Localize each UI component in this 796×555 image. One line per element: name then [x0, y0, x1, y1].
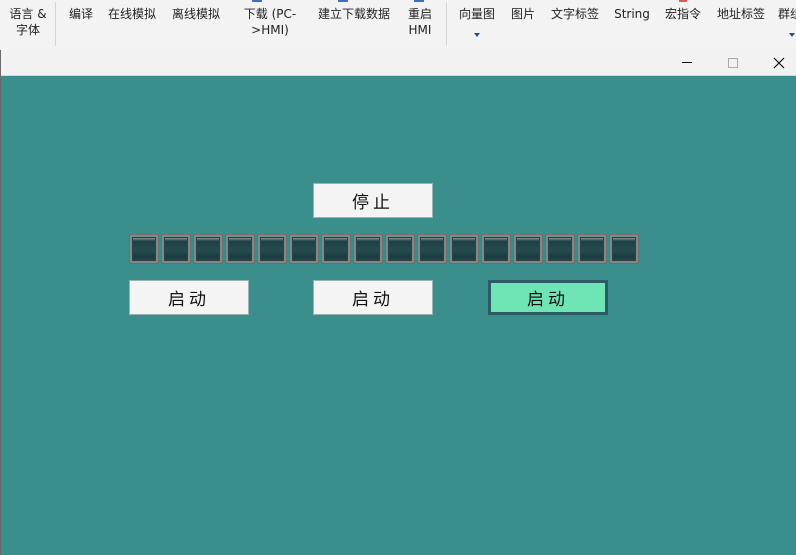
indicator-lamp [289, 234, 319, 264]
indicator-lamp [321, 234, 351, 264]
macro-icon [679, 0, 687, 2]
indicator-lamp [609, 234, 639, 264]
text-label-label: 文字标签 [550, 7, 599, 21]
indicator-lamp [129, 234, 159, 264]
address-tag-label: 地址标签 [716, 7, 765, 21]
indicator-lamp [353, 234, 383, 264]
start-button-2[interactable]: 启动 [313, 280, 433, 315]
string-button[interactable]: String [612, 6, 652, 22]
indicator-lamp [225, 234, 255, 264]
ribbon-divider [446, 2, 447, 46]
stop-button[interactable]: 停止 [313, 183, 433, 218]
indicator-lamp [513, 234, 543, 264]
indicator-lamp [545, 234, 575, 264]
indicator-lamp [481, 234, 511, 264]
indicator-lamp [161, 234, 191, 264]
online-simulation-button[interactable]: 在线模拟 [106, 6, 158, 22]
ribbon-divider [55, 2, 56, 46]
offline-simulation-button[interactable]: 离线模拟 [170, 6, 222, 22]
download-icon [252, 0, 262, 2]
picture-label: 图片 [510, 7, 535, 21]
indicator-lamp [193, 234, 223, 264]
build-download-data-label: 建立下载数据 [317, 7, 390, 21]
close-icon [773, 57, 785, 68]
start-button-label: 启动 [168, 290, 210, 310]
window-titlebar[interactable] [1, 50, 796, 76]
start-button-label: 启动 [527, 290, 569, 310]
start-button-label: 启动 [352, 290, 394, 310]
text-label-button[interactable]: 文字标签 [548, 6, 602, 22]
close-button[interactable] [756, 50, 796, 75]
build-download-icon [338, 0, 348, 2]
vector-graphic-button[interactable]: 向量图 [456, 6, 498, 46]
restart-hmi-label-2: HMI [408, 23, 432, 37]
language-font-label-2: 字体 [15, 23, 40, 37]
indicator-lamp [257, 234, 287, 264]
indicator-lamp [577, 234, 607, 264]
macro-label: 宏指令 [664, 7, 701, 21]
language-font-button[interactable]: 语言 & 字体 [6, 6, 50, 38]
indicator-lamp-row [129, 234, 639, 264]
download-label-1: 下载 (PC- [243, 7, 297, 21]
maximize-icon [728, 57, 738, 68]
minimize-button[interactable] [664, 50, 710, 75]
compile-label: 编译 [68, 7, 93, 21]
string-label: String [614, 7, 650, 21]
restart-hmi-label-1: 重启 [407, 7, 432, 21]
indicator-lamp [449, 234, 479, 264]
dropdown-caret-icon [789, 33, 795, 37]
dropdown-caret-icon [474, 33, 480, 37]
compile-button[interactable]: 编译 [66, 6, 96, 22]
download-label-2: >HMI) [251, 23, 289, 37]
online-simulation-label: 在线模拟 [107, 7, 156, 21]
indicator-lamp [385, 234, 415, 264]
start-button-1[interactable]: 启动 [129, 280, 249, 315]
group-label: 群组 [778, 7, 796, 21]
picture-button[interactable]: 图片 [508, 6, 538, 22]
indicator-lamp [417, 234, 447, 264]
stop-button-label: 停止 [352, 193, 394, 213]
start-button-3[interactable]: 启动 [488, 280, 608, 315]
offline-simulation-label: 离线模拟 [171, 7, 220, 21]
macro-button[interactable]: 宏指令 [662, 0, 704, 22]
minimize-icon [682, 62, 692, 63]
build-download-data-button[interactable]: 建立下载数据 [316, 6, 392, 22]
language-font-label-1: 语言 & [9, 7, 47, 21]
maximize-button[interactable] [710, 50, 756, 75]
restart-icon [414, 0, 424, 2]
download-pc-hmi-button[interactable]: 下载 (PC- >HMI) [240, 6, 300, 38]
vector-graphic-label: 向量图 [458, 7, 495, 21]
address-tag-button[interactable]: 地址标签 [714, 6, 768, 22]
group-button[interactable]: 群组 [778, 6, 796, 46]
simulator-window: 停止 启动 启动 启动 [0, 50, 796, 555]
restart-hmi-button[interactable]: 重启 HMI [404, 6, 436, 38]
ribbon-toolbar: 语言 & 字体 编译 在线模拟 离线模拟 下载 (PC- >HMI) 建立下载数… [0, 0, 796, 52]
